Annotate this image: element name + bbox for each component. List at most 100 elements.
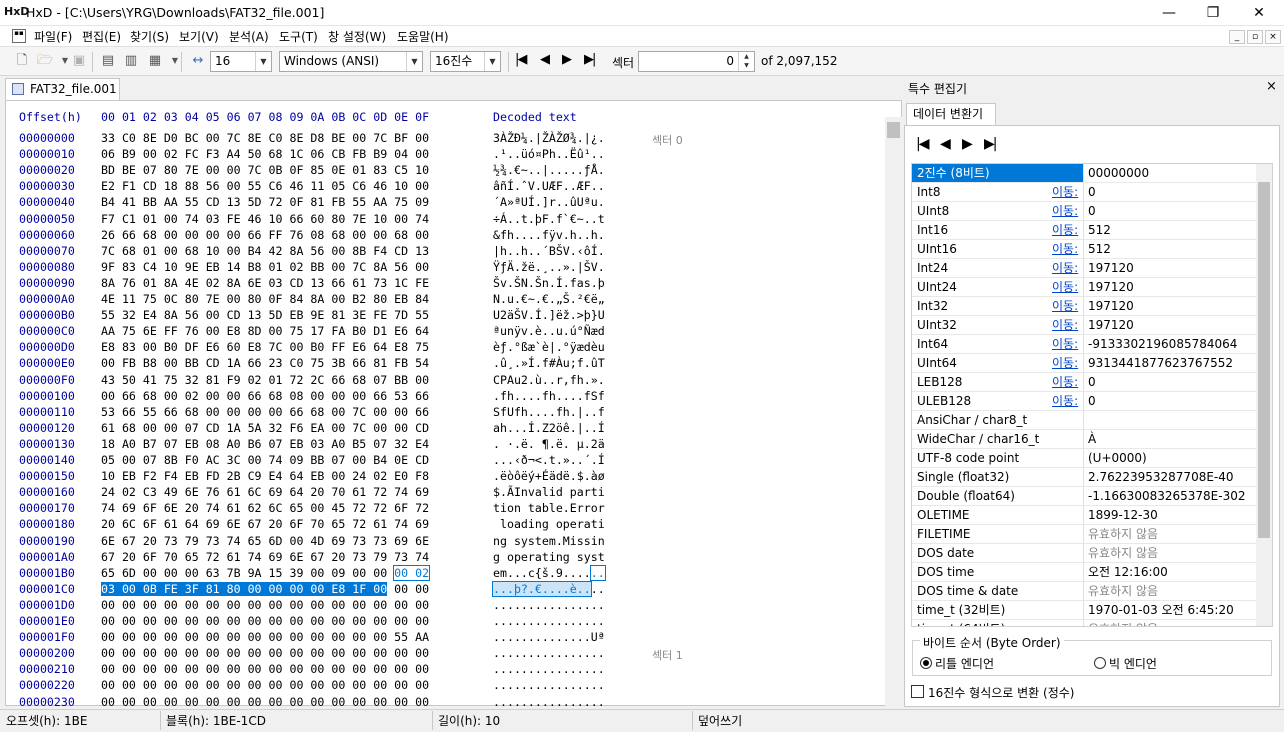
inspector-row[interactable]: UInt8 이동: 0 — [912, 202, 1257, 221]
inspector-row[interactable]: Int8 이동: 0 — [912, 183, 1257, 202]
goto-link[interactable]: 이동: — [1052, 202, 1078, 220]
menu-analysis[interactable]: 분석(A) — [229, 28, 269, 45]
inspector-value[interactable]: 197120 — [1088, 297, 1134, 315]
inspector-value[interactable]: 유효하지 않음 — [1088, 582, 1158, 600]
inspector-prev-icon[interactable]: ◀ — [940, 136, 951, 152]
inspector-row[interactable]: LEB128 이동: 0 — [912, 373, 1257, 392]
inspector-row[interactable]: Int16 이동: 512 — [912, 221, 1257, 240]
tab-data-inspector[interactable]: 데이터 변환기 — [906, 103, 996, 125]
hex-bytes-row[interactable]: 00 00 00 00 00 00 00 00 00 00 00 00 00 0… — [101, 614, 429, 628]
inspector-value[interactable]: À — [1088, 430, 1096, 448]
hex-bytes-row[interactable]: 26 66 68 00 00 00 00 66 FF 76 08 68 00 0… — [101, 228, 429, 242]
decoded-text-row[interactable]: âñÍ.ˆV.UÆF..ÆF.. — [493, 179, 605, 193]
inspector-row[interactable]: time_t (64비트) 유효하지 않음 — [912, 620, 1257, 626]
hex-bytes-row[interactable]: 00 00 00 00 00 00 00 00 00 00 00 00 00 0… — [101, 646, 429, 660]
decoded-text-row[interactable]: ŸƒÄ.žë.¸..».|ŠV. — [493, 260, 605, 274]
decoded-text-row[interactable]: U2äŠV.Í.]ëž.>þ}U — [493, 308, 605, 322]
decoded-text-row[interactable]: 3ÀŽÐ¼.|ŽÀŽØ¾.|¿. — [493, 131, 605, 145]
prev-sector-icon[interactable]: ◀ — [540, 52, 550, 67]
hex-bytes-row[interactable]: 55 32 E4 8A 56 00 CD 13 5D EB 9E 81 3E F… — [101, 308, 429, 322]
disk-icon[interactable]: ▤ — [99, 52, 117, 70]
hex-bytes-row[interactable]: AA 75 6E FF 76 00 E8 8D 00 75 17 FA B0 D… — [101, 324, 429, 338]
decoded-text-row[interactable]: tion table.Error — [493, 501, 605, 515]
hex-bytes-row[interactable]: 33 C0 8E D0 BC 00 7C 8E C0 8E D8 BE 00 7… — [101, 131, 429, 145]
inspector-value[interactable]: 오전 12:16:00 — [1088, 563, 1168, 581]
mdi-restore-button[interactable]: ▫ — [1247, 30, 1263, 44]
decoded-text-row[interactable]: ................ — [493, 646, 605, 660]
hex-bytes-row[interactable]: 43 50 41 75 32 81 F9 02 01 72 2C 66 68 0… — [101, 373, 429, 387]
hex-bytes-row[interactable]: 18 A0 B7 07 EB 08 A0 B6 07 EB 03 A0 B5 0… — [101, 437, 429, 451]
first-sector-icon[interactable]: |◀ — [515, 52, 527, 67]
bytes-per-row-select[interactable]: 16 ▼ — [210, 51, 272, 72]
hex-bytes-row[interactable]: 06 B9 00 02 FC F3 A4 50 68 1C 06 CB FB B… — [101, 147, 429, 161]
inspector-row[interactable]: UInt32 이동: 197120 — [912, 316, 1257, 335]
restore-button[interactable]: ❐ — [1190, 0, 1236, 26]
decoded-text-row[interactable]: .¹..üó¤Ph..Ëû¹.. — [493, 147, 605, 161]
next-sector-icon[interactable]: ▶ — [562, 52, 572, 67]
decoded-text-row[interactable]: ah...Í.Z2öê.|..Í — [493, 421, 605, 435]
mdi-close-button[interactable]: × — [1265, 30, 1281, 44]
hex-bytes-row[interactable]: 67 20 6F 70 65 72 61 74 69 6E 67 20 73 7… — [101, 550, 429, 564]
inspector-value[interactable]: 512 — [1088, 240, 1111, 258]
hex-bytes-row[interactable]: 24 02 C3 49 6E 76 61 6C 69 64 20 70 61 7… — [101, 485, 429, 499]
inspector-row[interactable]: Int32 이동: 197120 — [912, 297, 1257, 316]
decoded-text-row[interactable]: loading operati — [493, 517, 605, 531]
inspector-row[interactable]: DOS time & date 유효하지 않음 — [912, 582, 1257, 601]
close-window-button[interactable]: ✕ — [1236, 0, 1282, 26]
decoded-text-row[interactable]: ................ — [493, 598, 605, 612]
inspector-row[interactable]: OLETIME 1899-12-30 — [912, 506, 1257, 525]
charset-select[interactable]: Windows (ANSI) ▼ — [279, 51, 423, 72]
decoded-text-row[interactable]: g operating syst — [493, 550, 605, 564]
inspector-value[interactable]: 1899-12-30 — [1088, 506, 1158, 524]
goto-link[interactable]: 이동: — [1052, 278, 1078, 296]
hex-bytes-row[interactable]: 00 00 00 00 00 00 00 00 00 00 00 00 00 0… — [101, 598, 429, 612]
spinner-icon[interactable]: ▲ ▼ — [738, 52, 754, 71]
decoded-text-row[interactable]: ªunÿv.è..u.ú°Ñæd — [493, 324, 605, 338]
hex-bytes-row[interactable]: 00 FB B8 00 BB CD 1A 66 23 C0 75 3B 66 8… — [101, 356, 429, 370]
hex-bytes-row[interactable]: BD BE 07 80 7E 00 00 7C 0B 0F 85 0E 01 8… — [101, 163, 429, 177]
inspector-next-icon[interactable]: ▶ — [962, 136, 973, 152]
last-sector-icon[interactable]: ▶| — [584, 52, 596, 67]
inspector-row[interactable]: UInt64 이동: 9313441877623767552 — [912, 354, 1257, 373]
inspector-row[interactable]: DOS date 유효하지 않음 — [912, 544, 1257, 563]
hex-bytes-row[interactable]: 9F 83 C4 10 9E EB 14 B8 01 02 BB 00 7C 8… — [101, 260, 429, 274]
hex-bytes-row[interactable]: 6E 67 20 73 79 73 74 65 6D 00 4D 69 73 7… — [101, 534, 429, 548]
decoded-text-row[interactable]: ´A»ªUÍ.]r..ûUªu. — [493, 195, 605, 209]
hex-bytes-row[interactable]: 4E 11 75 0C 80 7E 00 80 0F 84 8A 00 B2 8… — [101, 292, 429, 306]
hex-scrollbar[interactable] — [885, 117, 902, 706]
hex-bytes-row[interactable]: 74 69 6F 6E 20 74 61 62 6C 65 00 45 72 7… — [101, 501, 429, 515]
inspector-row[interactable]: UInt16 이동: 512 — [912, 240, 1257, 259]
goto-link[interactable]: 이동: — [1052, 259, 1078, 277]
inspector-row[interactable]: ULEB128 이동: 0 — [912, 392, 1257, 411]
hex-bytes-row[interactable]: 00 00 00 00 00 00 00 00 00 00 00 00 00 0… — [101, 695, 429, 709]
hex-bytes-row[interactable]: 7C 68 01 00 68 10 00 B4 42 8A 56 00 8B F… — [101, 244, 429, 258]
inspector-row[interactable]: Single (float32) 2.76223953287708E-40 — [912, 468, 1257, 487]
inspector-value[interactable]: -1.16630083265378E-302 — [1088, 487, 1245, 505]
hex-bytes-row[interactable]: 8A 76 01 8A 4E 02 8A 6E 03 CD 13 66 61 7… — [101, 276, 429, 290]
process-icon[interactable]: ▦ — [146, 52, 164, 70]
inspector-row[interactable]: AnsiChar / char8_t — [912, 411, 1257, 430]
inspector-row[interactable]: WideChar / char16_t À — [912, 430, 1257, 449]
decoded-text-row[interactable]: ...þ?.€....è.... — [492, 581, 605, 597]
inspector-first-icon[interactable]: |◀ — [916, 136, 930, 152]
goto-link[interactable]: 이동: — [1052, 373, 1078, 391]
mdi-minimize-button[interactable]: _ — [1229, 30, 1245, 44]
inspector-row[interactable]: UTF-8 code point (U+0000) — [912, 449, 1257, 468]
hex-bytes-row[interactable]: 05 00 07 8B F0 AC 3C 00 74 09 BB 07 00 B… — [101, 453, 429, 467]
hex-bytes-row[interactable]: 53 66 55 66 68 00 00 00 00 66 68 00 7C 0… — [101, 405, 429, 419]
decoded-text-row[interactable]: . ·.ë. ¶.ë. µ.2ä — [493, 437, 605, 451]
inspector-value[interactable]: 197120 — [1088, 278, 1134, 296]
hex-bytes-row[interactable]: 00 00 00 00 00 00 00 00 00 00 00 00 00 0… — [101, 678, 429, 692]
goto-link[interactable]: 이동: — [1052, 297, 1078, 315]
save-icon[interactable]: ▣ — [70, 52, 88, 70]
close-icon[interactable]: × — [1266, 79, 1277, 94]
decoded-text-row[interactable]: ...‹ð¬<.t.»..´.Í — [493, 453, 605, 467]
hex-bytes-row[interactable]: 03 00 0B FE 3F 81 80 00 00 00 00 E8 1F 0… — [101, 582, 429, 596]
hex-format-label[interactable]: 16진수 형식으로 변환 (정수) — [928, 684, 1074, 701]
inspector-row[interactable]: time_t (32비트) 1970-01-03 오전 6:45:20 — [912, 601, 1257, 620]
menu-help[interactable]: 도움말(H) — [397, 28, 449, 45]
decoded-text-row[interactable]: ..............Uª — [493, 630, 605, 644]
decoded-text-row[interactable]: ................ — [493, 662, 605, 676]
open-folder-icon[interactable]: 🗁 — [36, 52, 54, 70]
inspector-value[interactable]: 유효하지 않음 — [1088, 544, 1158, 562]
